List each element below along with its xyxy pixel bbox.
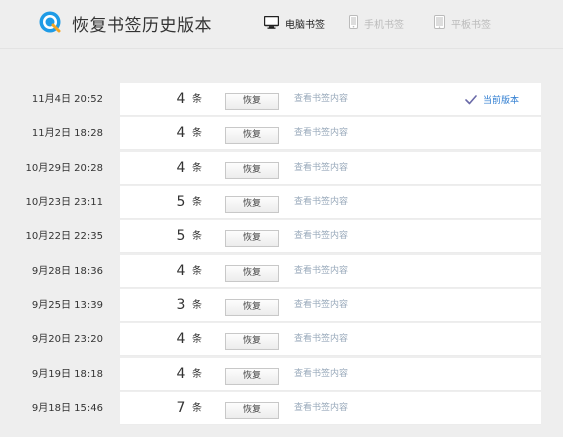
restore-button[interactable]: 恢复 — [225, 230, 279, 248]
version-date: 9月19日 18:18 — [31, 368, 103, 380]
version-date: 10月23日 23:11 — [25, 196, 103, 208]
version-row: 11月2日 18:28 4 条 恢复 查看书签内容 — [0, 117, 563, 151]
bookmark-count-unit: 条 — [192, 196, 202, 208]
bookmark-count-unit: 条 — [192, 94, 202, 105]
version-date: 11月4日 20:52 — [31, 94, 103, 105]
bookmark-count: 5 — [176, 193, 186, 210]
qq-browser-logo-icon — [38, 10, 62, 34]
version-row: 9月20日 23:20 4 条 恢复 查看书签内容 — [0, 323, 563, 357]
version-row: 9月19日 18:18 4 条 恢复 查看书签内容 — [0, 357, 563, 391]
bookmark-count-unit: 条 — [192, 402, 202, 414]
restore-button[interactable]: 恢复 — [225, 93, 279, 110]
version-date: 10月29日 20:28 — [25, 162, 103, 174]
view-bookmarks-link[interactable]: 查看书签内容 — [294, 289, 348, 322]
version-date: 10月22日 22:35 — [25, 231, 103, 243]
bookmark-count-unit: 条 — [192, 162, 202, 174]
restore-button[interactable]: 恢复 — [225, 264, 279, 282]
header: 恢复书签历史版本 电脑书签 手机书签 平板书签 — [0, 0, 563, 48]
version-row: 11月4日 20:52 4 条 恢复 查看书签内容 当前版本 — [0, 83, 563, 116]
tablet-icon — [434, 14, 445, 33]
view-bookmarks-link[interactable]: 查看书签内容 — [294, 358, 348, 391]
tab-phone-bookmarks[interactable]: 手机书签 — [349, 13, 404, 33]
version-date: 9月25日 13:39 — [31, 299, 103, 311]
version-row: 10月22日 22:35 5 条 恢复 查看书签内容 — [0, 220, 563, 254]
version-list: 11月4日 20:52 4 条 恢复 查看书签内容 当前版本 11月2日 18:… — [0, 83, 563, 426]
bookmark-count-unit: 条 — [192, 128, 202, 140]
version-date: 9月20日 23:20 — [31, 334, 103, 346]
tab-phone-bookmarks-label: 手机书签 — [364, 19, 404, 31]
version-date: 11月2日 18:28 — [31, 128, 103, 140]
bookmark-count: 4 — [176, 331, 186, 348]
version-row: 9月28日 18:36 4 条 恢复 查看书签内容 — [0, 254, 563, 288]
restore-button[interactable]: 恢复 — [225, 298, 279, 316]
tab-pc-bookmarks[interactable]: 电脑书签 — [263, 13, 325, 33]
view-bookmarks-link[interactable]: 查看书签内容 — [294, 117, 348, 150]
version-row: 10月29日 20:28 4 条 恢复 查看书签内容 — [0, 151, 563, 185]
version-row: 9月18日 15:46 7 条 恢复 查看书签内容 — [0, 391, 563, 425]
tab-tablet-bookmarks-label: 平板书签 — [451, 19, 491, 31]
view-bookmarks-link[interactable]: 查看书签内容 — [294, 152, 348, 185]
version-date: 9月28日 18:36 — [31, 265, 103, 277]
monitor-icon — [263, 14, 280, 33]
bookmark-count-unit: 条 — [192, 231, 202, 243]
bookmark-count: 4 — [176, 262, 186, 279]
restore-button[interactable]: 恢复 — [225, 367, 279, 385]
restore-button[interactable]: 恢复 — [225, 195, 279, 213]
bookmark-count: 5 — [176, 228, 186, 245]
restore-button[interactable]: 恢复 — [225, 127, 279, 145]
current-version-label: 当前版本 — [483, 96, 520, 106]
view-bookmarks-link[interactable]: 查看书签内容 — [294, 392, 348, 425]
bookmark-count: 7 — [176, 399, 186, 416]
bookmark-count-unit: 条 — [192, 265, 202, 277]
bookmark-count: 4 — [176, 159, 186, 176]
version-row: 10月23日 23:11 5 条 恢复 查看书签内容 — [0, 185, 563, 219]
tab-pc-bookmarks-label: 电脑书签 — [285, 19, 325, 31]
view-bookmarks-link[interactable]: 查看书签内容 — [294, 323, 348, 356]
tab-tablet-bookmarks[interactable]: 平板书签 — [434, 13, 491, 33]
current-version-badge: 当前版本 — [465, 83, 519, 116]
restore-button[interactable]: 恢复 — [225, 401, 279, 419]
version-date: 9月18日 15:46 — [31, 402, 103, 414]
phone-icon — [349, 14, 358, 33]
bookmark-count-unit: 条 — [192, 299, 202, 311]
bookmark-count: 4 — [176, 365, 186, 382]
view-bookmarks-link[interactable]: 查看书签内容 — [294, 255, 348, 288]
bookmark-count: 4 — [176, 125, 186, 142]
bookmark-count-unit: 条 — [192, 368, 202, 380]
view-bookmarks-link[interactable]: 查看书签内容 — [294, 220, 348, 253]
bookmark-count: 4 — [176, 91, 186, 107]
check-icon — [465, 90, 477, 109]
bookmark-count-unit: 条 — [192, 334, 202, 346]
header-divider — [0, 48, 563, 49]
view-bookmarks-link[interactable]: 查看书签内容 — [294, 83, 348, 116]
page-title: 恢复书签历史版本 — [72, 16, 212, 36]
restore-button[interactable]: 恢复 — [225, 333, 279, 351]
view-bookmarks-link[interactable]: 查看书签内容 — [294, 186, 348, 219]
version-row: 9月25日 13:39 3 条 恢复 查看书签内容 — [0, 288, 563, 322]
restore-button[interactable]: 恢复 — [225, 161, 279, 179]
bookmark-count: 3 — [176, 296, 186, 313]
